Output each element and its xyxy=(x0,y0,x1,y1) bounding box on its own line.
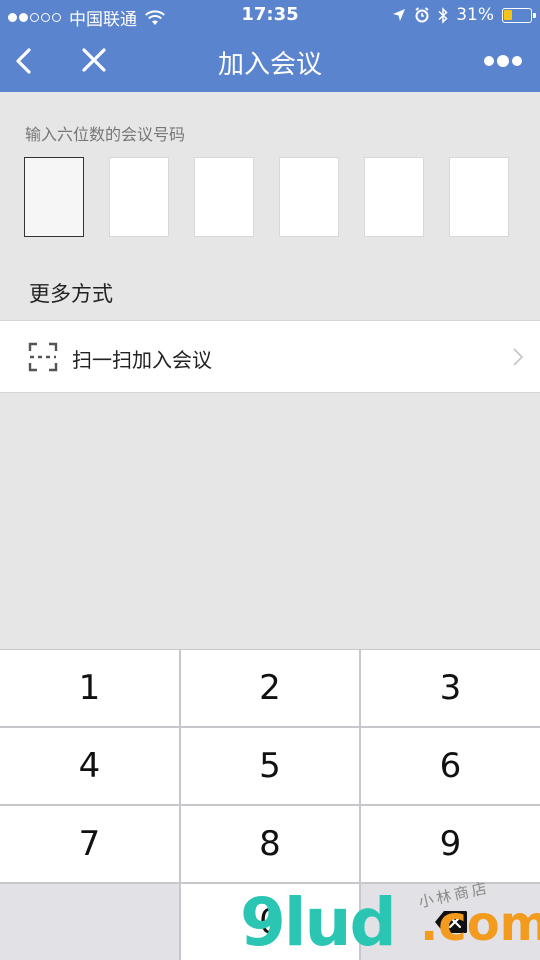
key-3[interactable]: 3 xyxy=(361,650,540,726)
code-digit-box[interactable] xyxy=(194,157,254,237)
battery-percent: 31% xyxy=(456,5,494,25)
scan-icon xyxy=(28,342,58,372)
bluetooth-icon xyxy=(438,6,448,24)
key-4[interactable]: 4 xyxy=(0,728,179,804)
key-5[interactable]: 5 xyxy=(181,728,359,804)
alarm-clock-icon xyxy=(415,7,429,23)
key-2[interactable]: 2 xyxy=(181,650,359,726)
numeric-keypad: 1 2 3 4 5 6 7 8 9 0 xyxy=(0,649,540,960)
more-button[interactable] xyxy=(484,54,522,68)
app-header: 中国联通 17:35 31% 加入会议 xyxy=(0,0,540,92)
delete-key[interactable] xyxy=(361,884,540,960)
battery-icon xyxy=(502,7,536,23)
code-digit-box[interactable] xyxy=(449,157,509,237)
more-dots-icon xyxy=(484,56,494,66)
code-digit-box[interactable] xyxy=(364,157,424,237)
scan-to-join-row[interactable]: 扫一扫加入会议 xyxy=(0,320,540,393)
key-9[interactable]: 9 xyxy=(361,806,540,882)
code-digit-box[interactable] xyxy=(109,157,169,237)
nav-bar: 加入会议 xyxy=(0,30,540,92)
more-options-title: 更多方式 xyxy=(29,282,113,306)
status-bar-right: 31% xyxy=(392,5,536,25)
code-digit-box[interactable] xyxy=(279,157,339,237)
code-digit-box[interactable] xyxy=(24,157,84,237)
key-0[interactable]: 0 xyxy=(181,884,359,960)
meeting-code-input[interactable] xyxy=(24,157,510,237)
location-arrow-icon xyxy=(393,9,406,21)
page-title: 加入会议 xyxy=(217,50,322,80)
code-entry-label: 输入六位数的会议号码 xyxy=(25,125,186,144)
key-7[interactable]: 7 xyxy=(0,806,179,882)
key-blank xyxy=(0,884,179,960)
key-8[interactable]: 8 xyxy=(181,806,359,882)
scan-to-join-label: 扫一扫加入会议 xyxy=(72,348,212,372)
backspace-icon xyxy=(434,911,467,933)
status-bar: 中国联通 17:35 31% xyxy=(0,0,540,30)
chevron-right-icon xyxy=(513,348,524,366)
key-1[interactable]: 1 xyxy=(0,650,179,726)
key-6[interactable]: 6 xyxy=(361,728,540,804)
